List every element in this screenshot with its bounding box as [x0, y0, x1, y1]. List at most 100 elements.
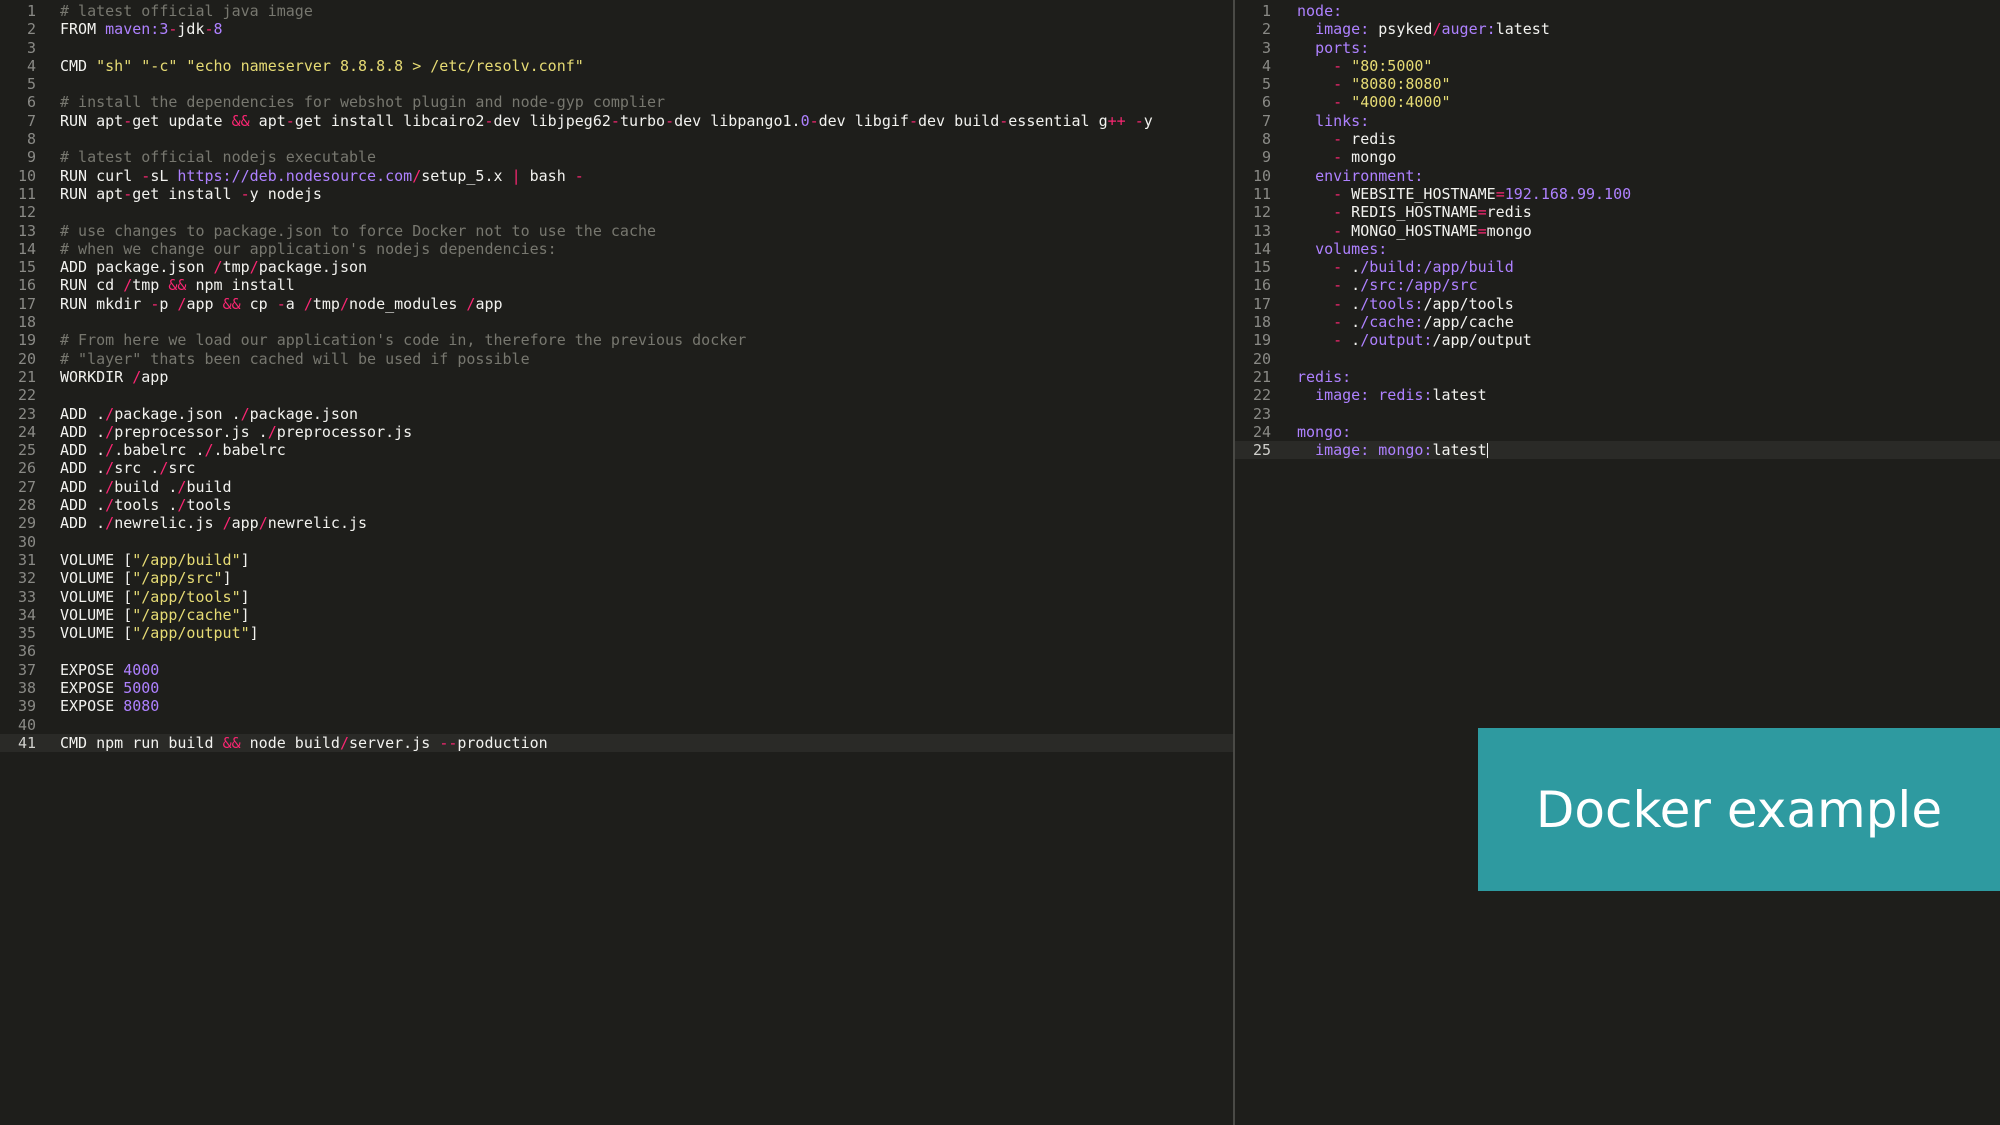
- compose-line[interactable]: 24 mongo:: [1235, 423, 2000, 441]
- code-text[interactable]: - ./tools:/app/tools: [1297, 295, 1514, 313]
- compose-line[interactable]: 17 - ./tools:/app/tools: [1235, 295, 2000, 313]
- compose-line[interactable]: 13 - MONGO_HOSTNAME=mongo: [1235, 222, 2000, 240]
- dockerfile-line[interactable]: 11 RUN apt-get install -y nodejs: [0, 185, 1233, 203]
- code-text[interactable]: EXPOSE 5000: [60, 679, 159, 697]
- dockerfile-line[interactable]: 26 ADD ./src ./src: [0, 459, 1233, 477]
- compose-line[interactable]: 10 environment:: [1235, 167, 2000, 185]
- code-text[interactable]: # latest official java image: [60, 2, 313, 20]
- code-text[interactable]: VOLUME ["/app/build"]: [60, 551, 250, 569]
- dockerfile-line[interactable]: 12: [0, 203, 1233, 221]
- dockerfile-line[interactable]: 22: [0, 386, 1233, 404]
- dockerfile-line[interactable]: 7 RUN apt-get update && apt-get install l…: [0, 112, 1233, 130]
- code-text[interactable]: - ./build:/app/build: [1297, 258, 1514, 276]
- code-text[interactable]: CMD "sh" "-c" "echo nameserver 8.8.8.8 >…: [60, 57, 584, 75]
- code-text[interactable]: image: psyked/auger:latest: [1297, 20, 1550, 38]
- code-text[interactable]: FROM maven:3-jdk-8: [60, 20, 223, 38]
- compose-editor-pane[interactable]: 1 node: 2 image: psyked/auger:latest 3 port…: [1235, 0, 2000, 1125]
- compose-line[interactable]: 8 - redis: [1235, 130, 2000, 148]
- code-text[interactable]: VOLUME ["/app/cache"]: [60, 606, 250, 624]
- code-text[interactable]: ADD ./.babelrc ./.babelrc: [60, 441, 286, 459]
- code-text[interactable]: - REDIS_HOSTNAME=redis: [1297, 203, 1532, 221]
- dockerfile-line[interactable]: 30: [0, 533, 1233, 551]
- code-text[interactable]: # "layer" thats been cached will be used…: [60, 350, 530, 368]
- code-text[interactable]: RUN cd /tmp && npm install: [60, 276, 295, 294]
- code-text[interactable]: node:: [1297, 2, 1342, 20]
- compose-line[interactable]: 7 links:: [1235, 112, 2000, 130]
- dockerfile-line[interactable]: 29 ADD ./newrelic.js /app/newrelic.js: [0, 514, 1233, 532]
- code-text[interactable]: CMD npm run build && node build/server.j…: [60, 734, 548, 752]
- dockerfile-line[interactable]: 8: [0, 130, 1233, 148]
- dockerfile-line[interactable]: 16 RUN cd /tmp && npm install: [0, 276, 1233, 294]
- dockerfile-line[interactable]: 37 EXPOSE 4000: [0, 661, 1233, 679]
- code-text[interactable]: redis:: [1297, 368, 1351, 386]
- compose-line[interactable]: 2 image: psyked/auger:latest: [1235, 20, 2000, 38]
- compose-line[interactable]: 22 image: redis:latest: [1235, 386, 2000, 404]
- code-text[interactable]: - redis: [1297, 130, 1396, 148]
- code-text[interactable]: - MONGO_HOSTNAME=mongo: [1297, 222, 1532, 240]
- code-text[interactable]: RUN apt-get install -y nodejs: [60, 185, 322, 203]
- code-text[interactable]: - ./cache:/app/cache: [1297, 313, 1514, 331]
- compose-line[interactable]: 25 image: mongo:latest: [1235, 441, 2000, 460]
- compose-line[interactable]: 21 redis:: [1235, 368, 2000, 386]
- code-text[interactable]: - mongo: [1297, 148, 1396, 166]
- compose-line[interactable]: 20: [1235, 350, 2000, 368]
- compose-line[interactable]: 15 - ./build:/app/build: [1235, 258, 2000, 276]
- dockerfile-line[interactable]: 32 VOLUME ["/app/src"]: [0, 569, 1233, 587]
- dockerfile-line[interactable]: 19 # From here we load our application's …: [0, 331, 1233, 349]
- dockerfile-line[interactable]: 38 EXPOSE 5000: [0, 679, 1233, 697]
- code-text[interactable]: image: redis:latest: [1297, 386, 1487, 404]
- compose-line[interactable]: 11 - WEBSITE_HOSTNAME=192.168.99.100: [1235, 185, 2000, 203]
- dockerfile-line[interactable]: 33 VOLUME ["/app/tools"]: [0, 588, 1233, 606]
- dockerfile-line[interactable]: 34 VOLUME ["/app/cache"]: [0, 606, 1233, 624]
- compose-line[interactable]: 6 - "4000:4000": [1235, 93, 2000, 111]
- dockerfile-line[interactable]: 4 CMD "sh" "-c" "echo nameserver 8.8.8.8 …: [0, 57, 1233, 75]
- code-text[interactable]: ADD ./newrelic.js /app/newrelic.js: [60, 514, 367, 532]
- dockerfile-line[interactable]: 39 EXPOSE 8080: [0, 697, 1233, 715]
- dockerfile-line[interactable]: 5: [0, 75, 1233, 93]
- code-text[interactable]: - "4000:4000": [1297, 93, 1450, 111]
- code-text[interactable]: # when we change our application's nodej…: [60, 240, 557, 258]
- dockerfile-line[interactable]: 1 # latest official java image: [0, 2, 1233, 20]
- compose-line[interactable]: 3 ports:: [1235, 39, 2000, 57]
- dockerfile-line[interactable]: 28 ADD ./tools ./tools: [0, 496, 1233, 514]
- code-text[interactable]: VOLUME ["/app/output"]: [60, 624, 259, 642]
- code-text[interactable]: # From here we load our application's co…: [60, 331, 746, 349]
- compose-line[interactable]: 23: [1235, 405, 2000, 423]
- code-text[interactable]: - "8080:8080": [1297, 75, 1450, 93]
- code-text[interactable]: EXPOSE 4000: [60, 661, 159, 679]
- code-text[interactable]: # install the dependencies for webshot p…: [60, 93, 665, 111]
- dockerfile-line[interactable]: 2 FROM maven:3-jdk-8: [0, 20, 1233, 38]
- code-text[interactable]: RUN apt-get update && apt-get install li…: [60, 112, 1153, 130]
- code-text[interactable]: VOLUME ["/app/src"]: [60, 569, 232, 587]
- dockerfile-line[interactable]: 23 ADD ./package.json ./package.json: [0, 405, 1233, 423]
- compose-line[interactable]: 5 - "8080:8080": [1235, 75, 2000, 93]
- code-text[interactable]: VOLUME ["/app/tools"]: [60, 588, 250, 606]
- code-text[interactable]: ADD package.json /tmp/package.json: [60, 258, 367, 276]
- code-text[interactable]: - ./src:/app/src: [1297, 276, 1478, 294]
- compose-line[interactable]: 9 - mongo: [1235, 148, 2000, 166]
- dockerfile-line[interactable]: 25 ADD ./.babelrc ./.babelrc: [0, 441, 1233, 459]
- dockerfile-code[interactable]: 1 # latest official java image 2 FROM maven…: [0, 2, 1233, 753]
- code-text[interactable]: ADD ./src ./src: [60, 459, 195, 477]
- code-text[interactable]: # latest official nodejs executable: [60, 148, 376, 166]
- dockerfile-line[interactable]: 35 VOLUME ["/app/output"]: [0, 624, 1233, 642]
- code-text[interactable]: environment:: [1297, 167, 1423, 185]
- code-text[interactable]: links:: [1297, 112, 1369, 130]
- dockerfile-line[interactable]: 17 RUN mkdir -p /app && cp -a /tmp/node_m…: [0, 295, 1233, 313]
- dockerfile-line[interactable]: 20 # "layer" thats been cached will be us…: [0, 350, 1233, 368]
- code-text[interactable]: RUN curl -sL https://deb.nodesource.com/…: [60, 167, 584, 185]
- code-text[interactable]: image: mongo:latest: [1297, 441, 1488, 459]
- code-text[interactable]: ADD ./package.json ./package.json: [60, 405, 358, 423]
- code-text[interactable]: RUN mkdir -p /app && cp -a /tmp/node_mod…: [60, 295, 503, 313]
- dockerfile-line[interactable]: 13 # use changes to package.json to force…: [0, 222, 1233, 240]
- dockerfile-line[interactable]: 21 WORKDIR /app: [0, 368, 1233, 386]
- code-text[interactable]: volumes:: [1297, 240, 1387, 258]
- dockerfile-line[interactable]: 6 # install the dependencies for webshot …: [0, 93, 1233, 111]
- dockerfile-line[interactable]: 9 # latest official nodejs executable: [0, 148, 1233, 166]
- dockerfile-line[interactable]: 41 CMD npm run build && node build/server…: [0, 733, 1233, 753]
- code-text[interactable]: - "80:5000": [1297, 57, 1432, 75]
- dockerfile-line[interactable]: 31 VOLUME ["/app/build"]: [0, 551, 1233, 569]
- dockerfile-line[interactable]: 3: [0, 39, 1233, 57]
- dockerfile-line[interactable]: 24 ADD ./preprocessor.js ./preprocessor.j…: [0, 423, 1233, 441]
- code-text[interactable]: ports:: [1297, 39, 1369, 57]
